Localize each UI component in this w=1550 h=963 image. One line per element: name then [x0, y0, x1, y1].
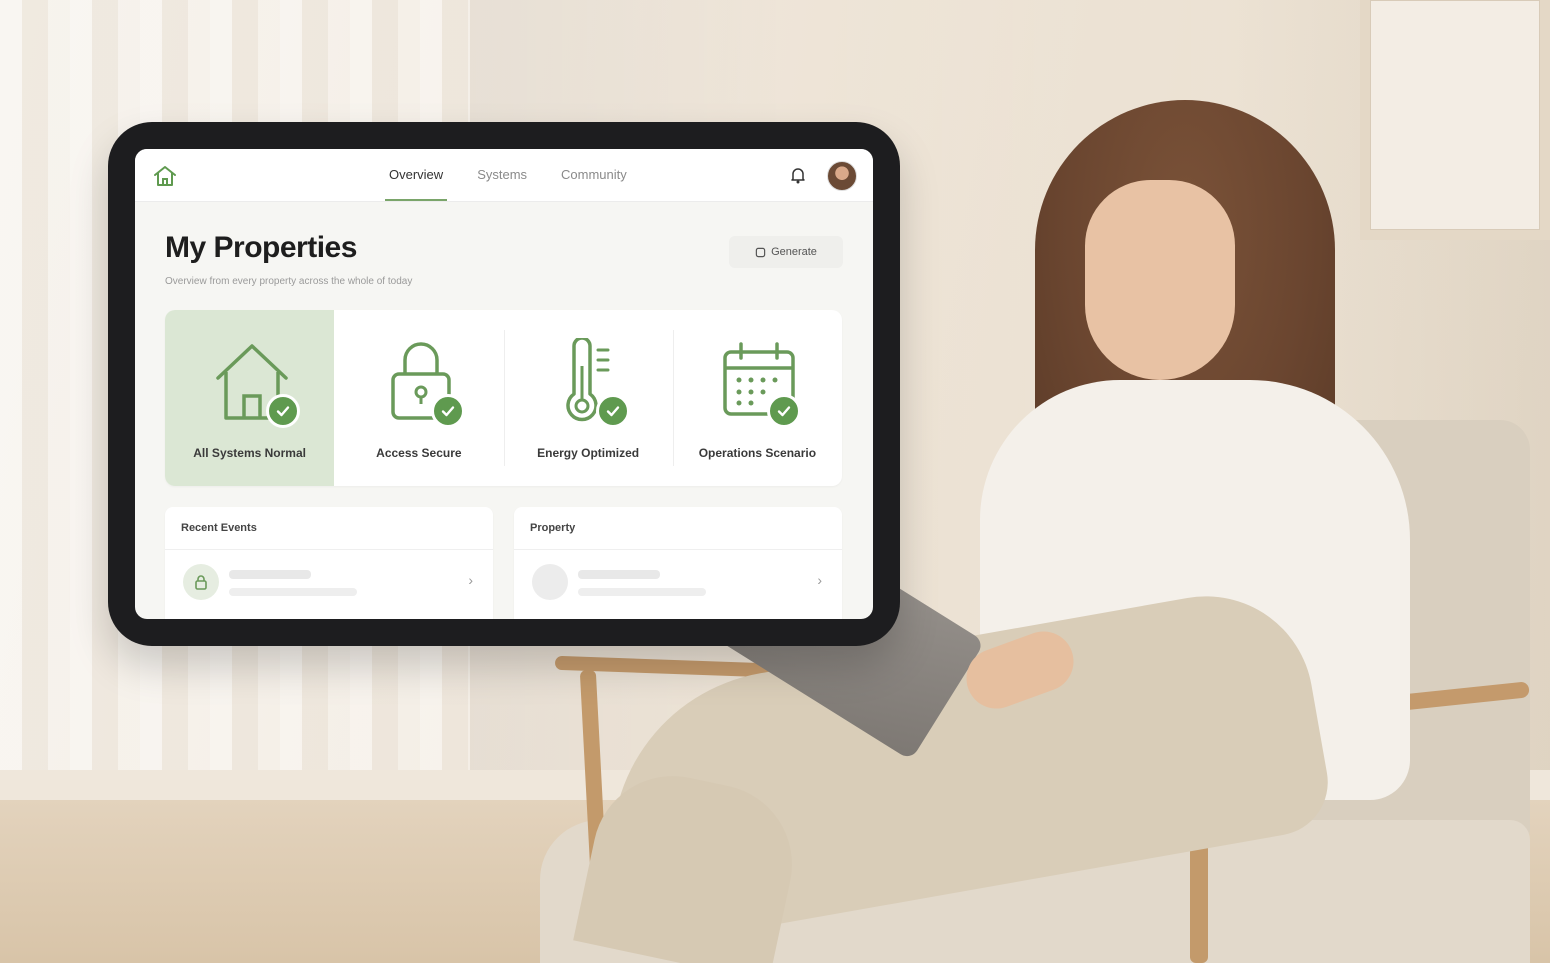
- placeholder-line: [578, 588, 706, 596]
- status-overview-panel: All Systems Normal Access Secure Energy …: [165, 310, 842, 486]
- list-item[interactable]: ›: [514, 550, 842, 606]
- main-nav: Overview Systems Community: [385, 149, 631, 201]
- status-label: Energy Optimized: [537, 446, 640, 460]
- top-navigation-bar: Overview Systems Community: [135, 149, 873, 202]
- status-icon-wrap: [200, 338, 300, 430]
- status-card-systems[interactable]: All Systems Normal: [165, 310, 335, 486]
- placeholder-line: [578, 570, 660, 579]
- list-item[interactable]: ›: [165, 550, 493, 606]
- chevron-right-icon: ›: [817, 572, 822, 588]
- check-icon: [265, 394, 300, 428]
- status-card-operations[interactable]: Operations Scenario: [672, 310, 842, 486]
- notifications-button[interactable]: [790, 166, 806, 184]
- property-card: Property ›: [514, 507, 842, 619]
- recent-events-title: Recent Events: [165, 507, 493, 550]
- chevron-right-icon: ›: [468, 572, 473, 588]
- home-icon: [154, 166, 176, 186]
- lock-icon: [183, 564, 219, 600]
- property-title: Property: [514, 507, 842, 550]
- placeholder-line: [229, 570, 311, 579]
- property-thumbnail: [532, 564, 568, 600]
- home-button[interactable]: [151, 163, 179, 189]
- tablet-screen: Overview Systems Community My Properties…: [135, 149, 873, 619]
- refresh-icon: [755, 247, 766, 257]
- status-icon-wrap: [369, 338, 469, 430]
- person-face: [1085, 180, 1235, 380]
- generate-button-label: Generate: [771, 246, 817, 258]
- placeholder-line: [229, 588, 357, 596]
- recent-events-card: Recent Events ›: [165, 507, 493, 619]
- check-icon: [596, 394, 631, 428]
- bell-icon: [791, 168, 805, 184]
- status-label: Operations Scenario: [698, 446, 817, 460]
- status-card-access[interactable]: Access Secure: [334, 310, 503, 486]
- tab-community[interactable]: Community: [557, 149, 631, 201]
- status-label: Access Secure: [376, 446, 462, 460]
- status-icon-wrap: [707, 338, 807, 430]
- check-icon: [430, 394, 465, 428]
- page-subtitle: Overview from every property across the …: [165, 276, 413, 287]
- generate-button[interactable]: Generate: [729, 236, 843, 268]
- tab-systems[interactable]: Systems: [473, 149, 531, 201]
- status-icon-wrap: [538, 338, 638, 430]
- page-title: My Properties: [165, 231, 357, 264]
- status-card-energy[interactable]: Energy Optimized: [503, 310, 673, 486]
- tab-overview[interactable]: Overview: [385, 149, 448, 201]
- status-label: All Systems Normal: [193, 446, 306, 460]
- avatar[interactable]: [827, 161, 857, 191]
- wall-frame: [1360, 0, 1550, 240]
